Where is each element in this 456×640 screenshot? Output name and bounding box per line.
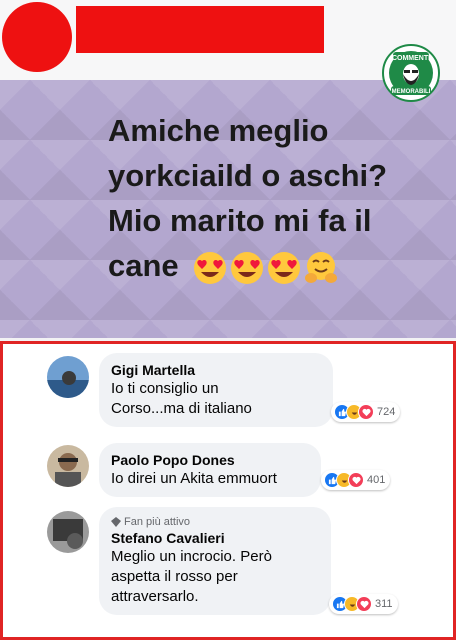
top-fan-label: Fan più attivo (124, 516, 191, 528)
redacted-avatar (2, 2, 72, 72)
hugging-emoji-icon (305, 251, 338, 283)
love-reaction-icon (348, 472, 364, 488)
emoji-row (193, 251, 338, 285)
post-line: Amiche meglio (108, 113, 329, 148)
comment-avatar[interactable] (47, 356, 89, 398)
reactions-summary[interactable]: 401 (321, 470, 391, 490)
post-line-with-emojis: cane (108, 243, 408, 288)
top-fan-badge: Fan più attivo (111, 515, 319, 529)
comment-text: Io ti consiglio un (111, 380, 219, 397)
post-text: Amiche meglio yorkciaild o aschi? Mio ma… (108, 108, 408, 288)
love-reaction-icon (358, 404, 374, 420)
heart-eyes-emoji-icon (231, 251, 264, 284)
diamond-icon (111, 517, 121, 527)
love-reaction-icon (356, 596, 372, 612)
logo-bottom-text: MEMORABILI (392, 89, 431, 95)
comment-bubble: Paolo Popo Dones Io direi un Akita emmuo… (99, 443, 321, 497)
commenti-memorabili-logo: COMMENTI MEMORABILI (382, 44, 440, 102)
logo-top-text: COMMENTI (392, 55, 430, 62)
profile-photo-icon (47, 511, 89, 553)
comment-author[interactable]: Paolo Popo Dones (111, 451, 309, 469)
comment-avatar[interactable] (47, 445, 89, 487)
heart-eyes-emoji-icon (194, 251, 227, 284)
profile-photo-icon (47, 356, 89, 398)
comment-author[interactable]: Gigi Martella (111, 361, 321, 379)
profile-photo-icon (47, 445, 89, 487)
comment-text: Meglio un incrocio. Però (111, 548, 272, 565)
reactions-summary[interactable]: 724 (331, 402, 401, 422)
comment-avatar[interactable] (47, 511, 89, 553)
reaction-count: 401 (367, 474, 386, 486)
post-line: Mio marito mi fa il (108, 203, 372, 238)
comment-text: Io direi un Akita emmuort (111, 470, 277, 487)
reactions-summary[interactable]: 311 (329, 594, 398, 614)
post-line: cane (108, 248, 179, 283)
heart-eyes-emoji-icon (268, 251, 301, 284)
comment-bubble: Fan più attivo Stefano Cavalieri Meglio … (99, 507, 331, 615)
comment-text: attraversarlo. (111, 588, 199, 605)
redacted-author-name (76, 6, 324, 53)
reaction-count: 724 (377, 406, 396, 418)
comment-text: aspetta il rosso per (111, 568, 238, 585)
reaction-count: 311 (375, 598, 393, 610)
comment-text: Corso...ma di italiano (111, 400, 252, 417)
post-line: yorkciaild o aschi? (108, 158, 388, 193)
comment-bubble: Gigi Martella Io ti consiglio un Corso..… (99, 353, 333, 427)
comments-section: Gigi Martella Io ti consiglio un Corso..… (0, 341, 456, 640)
comment-author[interactable]: Stefano Cavalieri (111, 529, 319, 547)
